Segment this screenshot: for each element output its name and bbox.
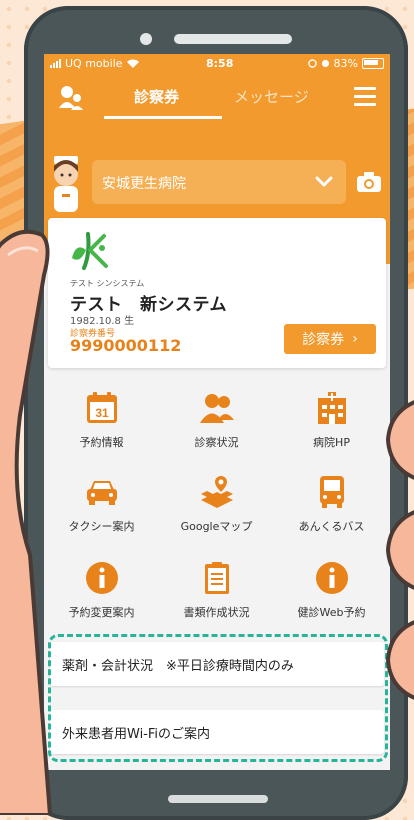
show-ticket-label: 診察券 [302,332,345,348]
hamburger-menu-icon[interactable] [354,87,376,106]
right-hand-illustration [385,400,414,700]
left-hand-illustration [0,229,53,815]
people-icon [200,394,234,423]
grid-item-consultation-status[interactable]: 診察状況 [159,390,274,470]
grid-label: あんくるバス [298,520,365,533]
carrier-name: UQ mobile [65,57,123,70]
hospital-icon [318,392,346,424]
grid-label: 書類作成状況 [183,606,250,619]
front-camera-icon [140,33,152,45]
wifi-icon [126,59,139,68]
battery-icon [362,58,384,69]
document-icon [205,562,229,594]
grid-item-hospital-hp[interactable]: 病院HP [274,390,389,470]
menu-grid: 31 予約情報 診察状況 病院HP タクシー案内 Googleマップ あんくるバ… [44,390,390,630]
calendar-day: 31 [95,406,109,420]
signal-icon [50,59,61,68]
patient-card: テスト シンシステム テスト 新システム 1982.10.8 生 診察券番号 9… [48,218,386,368]
highlight-frame [48,634,388,762]
speaker-grille [174,34,292,44]
tab-messages[interactable]: メッセージ [234,86,309,107]
location-icon [307,59,317,68]
battery-percent: 83% [333,57,358,70]
status-time: 8:58 [206,57,234,70]
grid-label: 診察状況 [194,436,239,449]
grid-item-document-status[interactable]: 書類作成状況 [159,560,274,640]
grid-label: Googleマップ [180,520,253,533]
hospital-selector[interactable]: 安城更生病院 [92,160,346,204]
chevron-down-icon [315,176,333,187]
info-icon [316,562,348,594]
app-header: 診察券 メッセージ [44,74,390,120]
map-icon [201,476,233,508]
show-ticket-button[interactable]: 診察券 › [284,324,376,354]
user-switch-icon[interactable] [58,84,84,110]
bus-icon [320,476,344,508]
grid-item-checkup-reservation[interactable]: 健診Web予約 [274,560,389,640]
grid-item-google-map[interactable]: Googleマップ [159,474,274,554]
home-indicator [168,795,268,803]
camera-icon[interactable] [356,171,382,193]
phone-top [24,24,408,54]
grid-item-bus[interactable]: あんくるバス [274,474,389,554]
grid-label: 病院HP [313,436,350,449]
grid-label: 健診Web予約 [297,606,366,619]
chevron-right-icon: › [352,331,358,347]
nurse-mascot-icon [54,156,78,212]
active-tab-underline [104,116,222,119]
tab-ticket[interactable]: 診察券 [134,86,179,107]
carrier: UQ mobile [50,57,139,70]
status-bar: UQ mobile 8:58 83% [44,54,390,74]
hospital-name: 安城更生病院 [102,176,186,192]
alarm-icon [321,59,329,68]
status-right: 83% [307,57,384,70]
